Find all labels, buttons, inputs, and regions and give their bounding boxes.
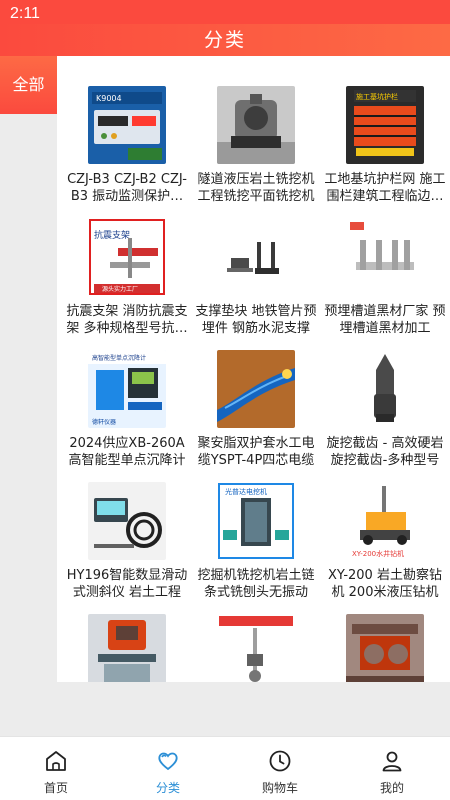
page-title: 分类 — [203, 29, 246, 51]
thumb-sublabel: 源头实力工厂 — [102, 285, 138, 293]
product-card[interactable]: 高智能型单点沉降计 德轩仪器 2024供应XB-260A高智能型单点沉降计 — [63, 350, 191, 480]
product-grid-area: K9004 CZJ-B3 CZJ-B2 CZJ-B3 振动监测保护仪 转速监测仪 — [57, 56, 450, 682]
product-name: CZJ-B3 CZJ-B2 CZJ-B3 振动监测保护仪 转速监测仪 — [67, 172, 187, 204]
product-name: 隧道液压岩土铣挖机 工程铣挖平面铣挖机 — [197, 172, 315, 204]
sidebar-item-all[interactable]: 全部 — [0, 56, 57, 114]
thumb-label: 抗震支架 — [94, 229, 130, 241]
status-time: 2:11 — [10, 5, 40, 22]
tab-category[interactable]: 分类 — [112, 737, 224, 800]
product-name: 2024供应XB-260A高智能型单点沉降计 — [68, 436, 186, 468]
product-card[interactable]: 抗震支架 源头实力工厂 抗震支架 消防抗震支架 多种规格型号抗震支架 — [63, 218, 191, 348]
tab-label: 我的 — [379, 781, 404, 795]
product-image: 光普达电挖机 — [217, 482, 295, 560]
content-bottom-spacer — [0, 682, 450, 736]
product-card[interactable]: 旋挖截齿 - 高效硬岩旋挖截齿-多种型号 — [321, 350, 449, 480]
product-card[interactable]: 隧道液压岩土铣挖机 工程铣挖平面铣挖机 — [192, 86, 320, 216]
product-name: XY-200 岩土勘察钻机 200米液压钻机 — [328, 568, 442, 600]
thumb-label: 光普达电挖机 — [225, 487, 267, 496]
category-sidebar: 全部 — [0, 56, 57, 736]
product-image: XY-200水井钻机 — [346, 482, 424, 560]
product-card[interactable]: K9004 CZJ-B3 CZJ-B2 CZJ-B3 振动监测保护仪 转速监测仪 — [63, 86, 191, 216]
product-name: 旋挖截齿 - 高效硬岩旋挖截齿-多种型号 — [326, 436, 444, 468]
product-image: 抗震支架 源头实力工厂 — [88, 218, 166, 296]
product-image — [217, 350, 295, 428]
product-name: 聚安脂双护套水工电缆YSPT-4P四芯电缆 — [197, 436, 315, 468]
thumb-label: K9004 — [96, 94, 122, 103]
product-image — [88, 614, 166, 682]
product-name: 支撑垫块 地铁管片预埋件 钢筋水泥支撑 — [195, 304, 317, 336]
product-image — [346, 218, 424, 296]
product-card[interactable]: 光普达电挖机 挖掘机铣挖机岩土链条式铣刨头无振动 — [192, 482, 320, 612]
product-image — [346, 350, 424, 428]
product-card[interactable]: 聚安脂双护套水工电缆YSPT-4P四芯电缆 — [192, 350, 320, 480]
header: 分类 — [0, 24, 450, 56]
product-name: 工地基坑护栏网 施工围栏建筑工程临边防护栏 — [324, 172, 446, 204]
product-card[interactable]: HY196智能数显滑动式测斜仪 岩土工程 — [63, 482, 191, 612]
product-card[interactable] — [63, 614, 191, 682]
product-name: 预埋槽道黑材厂家 预埋槽道黑材加工 — [324, 304, 446, 336]
product-name: HY196智能数显滑动式测斜仪 岩土工程 — [66, 568, 188, 600]
product-image — [346, 614, 424, 682]
product-card[interactable]: 支撑垫块 地铁管片预埋件 钢筋水泥支撑 — [192, 218, 320, 348]
product-image — [88, 482, 166, 560]
tab-label: 购物车 — [261, 781, 298, 795]
product-name: 抗震支架 消防抗震支架 多种规格型号抗震支架 — [66, 304, 188, 336]
clock-icon — [269, 750, 291, 772]
product-image: 高智能型单点沉降计 德轩仪器 — [88, 350, 166, 428]
tab-label: 分类 — [155, 781, 180, 795]
product-image: K9004 — [88, 86, 166, 164]
product-card[interactable]: 预埋槽道黑材厂家 预埋槽道黑材加工 — [321, 218, 449, 348]
product-card[interactable] — [321, 614, 449, 682]
thumb-label: XY-200水井钻机 — [352, 549, 404, 558]
product-card[interactable]: 施工基坑护栏 工地基坑护栏网 施工围栏建筑工程临边防护栏 — [321, 86, 449, 216]
tab-label: 首页 — [43, 781, 68, 795]
tab-cart[interactable]: 购物车 — [224, 737, 336, 800]
product-image — [217, 86, 295, 164]
product-card[interactable]: XY-200水井钻机 XY-200 岩土勘察钻机 200米液压钻机 — [321, 482, 449, 612]
thumb-sublabel: 德轩仪器 — [92, 418, 116, 426]
home-icon — [46, 751, 66, 771]
product-image — [217, 218, 295, 296]
product-name: 挖掘机铣挖机岩土链条式铣刨头无振动 — [197, 568, 315, 600]
thumb-label: 施工基坑护栏 — [356, 92, 398, 101]
heart-icon — [158, 752, 178, 771]
product-card[interactable] — [192, 614, 320, 682]
tab-home[interactable]: 首页 — [0, 737, 112, 800]
bottom-tab-bar: 首页 分类 购物车 我的 — [0, 736, 450, 800]
product-image: 施工基坑护栏 — [346, 86, 424, 164]
user-icon — [382, 751, 402, 772]
status-bar: 2:11 — [0, 0, 450, 24]
tab-mine[interactable]: 我的 — [336, 737, 448, 800]
product-image — [217, 614, 295, 682]
thumb-label: 高智能型单点沉降计 — [92, 354, 146, 362]
